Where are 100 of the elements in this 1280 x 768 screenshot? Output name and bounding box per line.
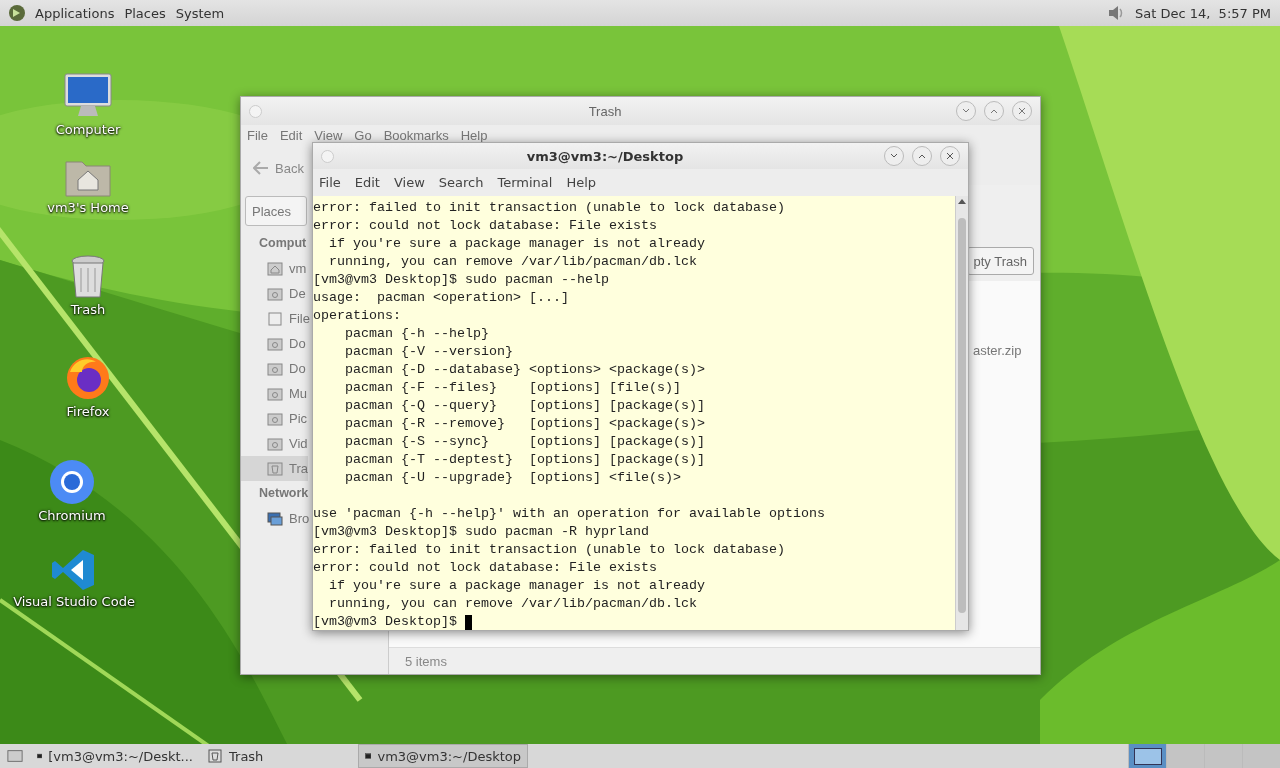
terminal-line: pacman {-Q --query} [options] [package(s)] xyxy=(344,397,705,415)
terminal-line: pacman {-T --deptest} [options] [package(s)] xyxy=(344,451,705,469)
sidebar-item[interactable]: File xyxy=(241,306,310,331)
terminal-line: error: could not lock database: File exists xyxy=(313,217,657,235)
sidebar-header: Network xyxy=(258,485,309,502)
back-arrow-icon xyxy=(253,161,269,175)
terminal-line: usage: pacman <operation> [...] xyxy=(313,289,569,307)
folder-icon xyxy=(267,410,283,427)
network-icon xyxy=(267,510,283,527)
menu-item[interactable]: Terminal xyxy=(497,175,553,190)
minimize-button[interactable] xyxy=(884,146,904,166)
clock[interactable]: Sat Dec 14, 5:57 PM xyxy=(1133,3,1272,23)
folder-icon xyxy=(267,360,283,377)
close-button[interactable] xyxy=(1012,101,1032,121)
terminal-line: error: failed to init transaction (unable to lock database) xyxy=(313,199,785,217)
folder-icon xyxy=(267,435,283,452)
chevron-up-icon xyxy=(918,153,926,159)
window-dot-icon xyxy=(249,104,262,118)
chevron-down-icon xyxy=(962,108,970,114)
maximize-button[interactable] xyxy=(984,101,1004,121)
status-bar: 5 items xyxy=(389,647,1040,674)
sidebar-item[interactable]: Pic xyxy=(241,406,308,431)
chromium-icon xyxy=(48,458,96,506)
logo-icon xyxy=(8,4,26,22)
close-icon xyxy=(946,152,954,160)
terminal-line: pacman {-V --version} xyxy=(344,343,513,361)
window-title: Trash xyxy=(587,103,623,119)
code-editor-icon xyxy=(52,548,96,592)
menu-item[interactable]: Edit xyxy=(354,175,380,190)
desktop-icon-label[interactable]: Visual Studio Code xyxy=(13,594,135,609)
scrollbar[interactable] xyxy=(955,196,968,630)
taskbar-button[interactable]: [vm3@vm3:~/Deskt... xyxy=(30,744,200,768)
folder-icon xyxy=(267,385,283,402)
desktop-icon-label[interactable]: Trash xyxy=(70,302,106,317)
taskbar-button[interactable]: vm3@vm3:~/Desktop xyxy=(358,744,528,768)
menu-item[interactable]: Help xyxy=(460,128,488,143)
terminal-line: [vm3@vm3 Desktop]$ xyxy=(313,613,458,631)
terminal-line: error: could not lock database: File exists xyxy=(313,559,657,577)
menu-item[interactable]: File xyxy=(247,128,268,143)
places-dropdown[interactable]: Places xyxy=(245,196,307,226)
workspace-button[interactable] xyxy=(1128,744,1166,768)
sidebar-item[interactable]: Mu xyxy=(241,381,308,406)
window-dot-icon xyxy=(321,149,334,163)
drive-icon xyxy=(267,310,283,327)
chevron-up-icon xyxy=(990,108,998,114)
terminal-line: pacman {-h --help} xyxy=(344,325,489,343)
trash-icon xyxy=(267,460,283,477)
file-name[interactable]: aster.zip xyxy=(973,343,1022,361)
terminal-line: if you're sure a package manager is not already xyxy=(328,235,705,253)
close-icon xyxy=(1018,107,1026,115)
maximize-button[interactable] xyxy=(912,146,932,166)
menu-item[interactable]: File xyxy=(319,175,341,190)
menu-item[interactable]: Help xyxy=(566,175,597,190)
trash-icon xyxy=(68,254,108,300)
menu-item[interactable]: Go xyxy=(354,128,372,143)
taskbar-button[interactable]: Trash xyxy=(200,744,358,768)
desktop-icon-label[interactable]: Firefox xyxy=(66,404,110,419)
terminal-line: pacman {-S --sync} [options] [package(s)] xyxy=(344,433,705,451)
trash-icon xyxy=(207,748,223,764)
panel-menu[interactable]: System xyxy=(174,3,226,23)
terminal-line: pacman {-D --database} <options> <package(s)> xyxy=(344,361,705,379)
folder-icon xyxy=(267,285,283,302)
terminal-line: use 'pacman {-h --help}' with an operation for available options xyxy=(313,505,825,523)
terminal-line: if you're sure a package manager is not already xyxy=(328,577,705,595)
panel-menu[interactable]: Applications xyxy=(34,3,116,23)
terminal-line: pacman {-F --files} [options] [file(s)] xyxy=(344,379,681,397)
terminal-line: pacman {-R --remove} [options] <package(s)> xyxy=(344,415,705,433)
show-desktop-icon[interactable] xyxy=(7,749,23,763)
sidebar-item[interactable]: Vid xyxy=(241,431,308,456)
empty-trash-button[interactable]: pty Trash xyxy=(966,247,1034,275)
panel-menu[interactable]: Places xyxy=(123,3,167,23)
window-title: vm3@vm3:~/Desktop xyxy=(525,148,685,164)
back-button[interactable]: Back xyxy=(247,156,310,180)
chevron-down-icon xyxy=(890,153,898,159)
sidebar-item[interactable]: vm xyxy=(241,256,307,281)
sidebar-item[interactable]: Do xyxy=(241,331,306,356)
menu-item[interactable]: Search xyxy=(438,175,484,190)
terminal-line: operations: xyxy=(313,307,401,325)
terminal-line: pacman {-U --upgrade} [options] <file(s)> xyxy=(344,469,681,487)
firefox-icon xyxy=(64,354,112,402)
up-arrow-icon xyxy=(958,199,966,204)
sidebar-item[interactable]: Do xyxy=(241,356,306,381)
menu-item[interactable]: Edit xyxy=(279,128,303,143)
folder-icon xyxy=(267,335,283,352)
terminal-line: error: failed to init transaction (unable to lock database) xyxy=(313,541,785,559)
sidebar-item[interactable]: Tra xyxy=(241,456,309,481)
menu-item[interactable]: View xyxy=(314,128,343,143)
minimize-button[interactable] xyxy=(956,101,976,121)
sidebar-item[interactable]: Bro xyxy=(241,506,310,531)
sidebar-item[interactable]: De xyxy=(241,281,306,306)
terminal-line: running, you can remove /var/lib/pacman/db.lck xyxy=(328,253,697,271)
home-folder-icon xyxy=(267,260,283,277)
terminal-line: running, you can remove /var/lib/pacman/db.lck xyxy=(328,595,697,613)
close-button[interactable] xyxy=(940,146,960,166)
terminal-line: [vm3@vm3 Desktop]$ sudo pacman -R hyprland xyxy=(313,523,649,541)
sidebar-header: Comput xyxy=(258,235,307,252)
menu-item[interactable]: Bookmarks xyxy=(383,128,449,143)
desktop-icon-label[interactable]: Chromium xyxy=(38,508,106,523)
menu-item[interactable]: View xyxy=(393,175,425,190)
terminal-line: [vm3@vm3 Desktop]$ sudo pacman --help xyxy=(313,271,609,289)
